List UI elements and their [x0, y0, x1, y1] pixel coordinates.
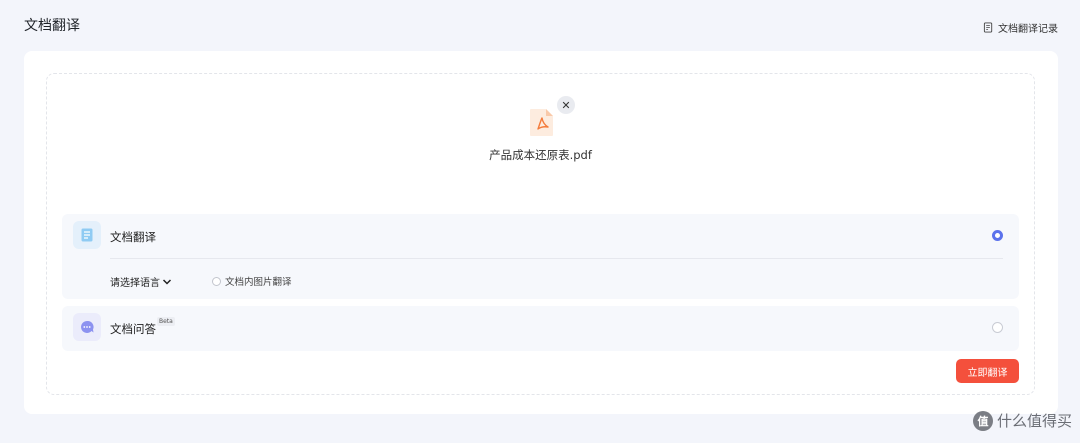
watermark-text: 什么值得买 [996, 412, 1072, 430]
option-document-translate[interactable]: 文档翻译 请选择语言 文档内图片翻译 [62, 214, 1019, 299]
option-document-qa[interactable]: 文档问答 Beta [62, 306, 1019, 351]
document-translate-icon [73, 221, 101, 249]
history-link-label: 文档翻译记录 [998, 24, 1058, 35]
start-translate-button[interactable]: 立即翻译 [956, 359, 1019, 383]
image-translate-radio[interactable] [212, 276, 221, 286]
file-name: 产品成本还原表.pdf [489, 148, 592, 162]
chevron-down-icon [162, 278, 172, 285]
qa-radio[interactable] [992, 322, 1003, 333]
watermark-logo: 值 [972, 410, 993, 431]
file-dropzone[interactable]: ✕ 产品成本还原表.pdf 文档翻译 请选择语言 文档内图片翻译 文档问答 Be… [46, 73, 1035, 395]
remove-file-button[interactable]: ✕ [557, 96, 575, 114]
option-title: 文档问答 [110, 322, 156, 336]
language-select-label: 请选择语言 [110, 278, 160, 289]
document-history-icon [983, 22, 993, 33]
image-translate-label: 文档内图片翻译 [225, 277, 292, 288]
beta-badge: Beta [157, 317, 175, 326]
chat-bubble-icon [73, 313, 101, 341]
page-title: 文档翻译 [24, 18, 80, 34]
page: 文档翻译 文档翻译记录 ✕ 产品成本还原表.pdf 文档翻译 请选择语言 文档内… [0, 0, 1080, 443]
translation-history-link[interactable]: 文档翻译记录 [983, 20, 1058, 35]
pdf-file-icon [530, 109, 553, 136]
translate-radio[interactable] [992, 230, 1003, 241]
language-select[interactable]: 请选择语言 [110, 274, 172, 289]
image-translate-option[interactable]: 文档内图片翻译 [212, 274, 292, 288]
uploaded-file: ✕ [527, 96, 577, 144]
option-title: 文档翻译 [110, 230, 156, 244]
watermark: 值 什么值得买 [972, 410, 1072, 431]
option-divider [110, 258, 1003, 259]
main-card: ✕ 产品成本还原表.pdf 文档翻译 请选择语言 文档内图片翻译 文档问答 Be… [24, 51, 1058, 414]
